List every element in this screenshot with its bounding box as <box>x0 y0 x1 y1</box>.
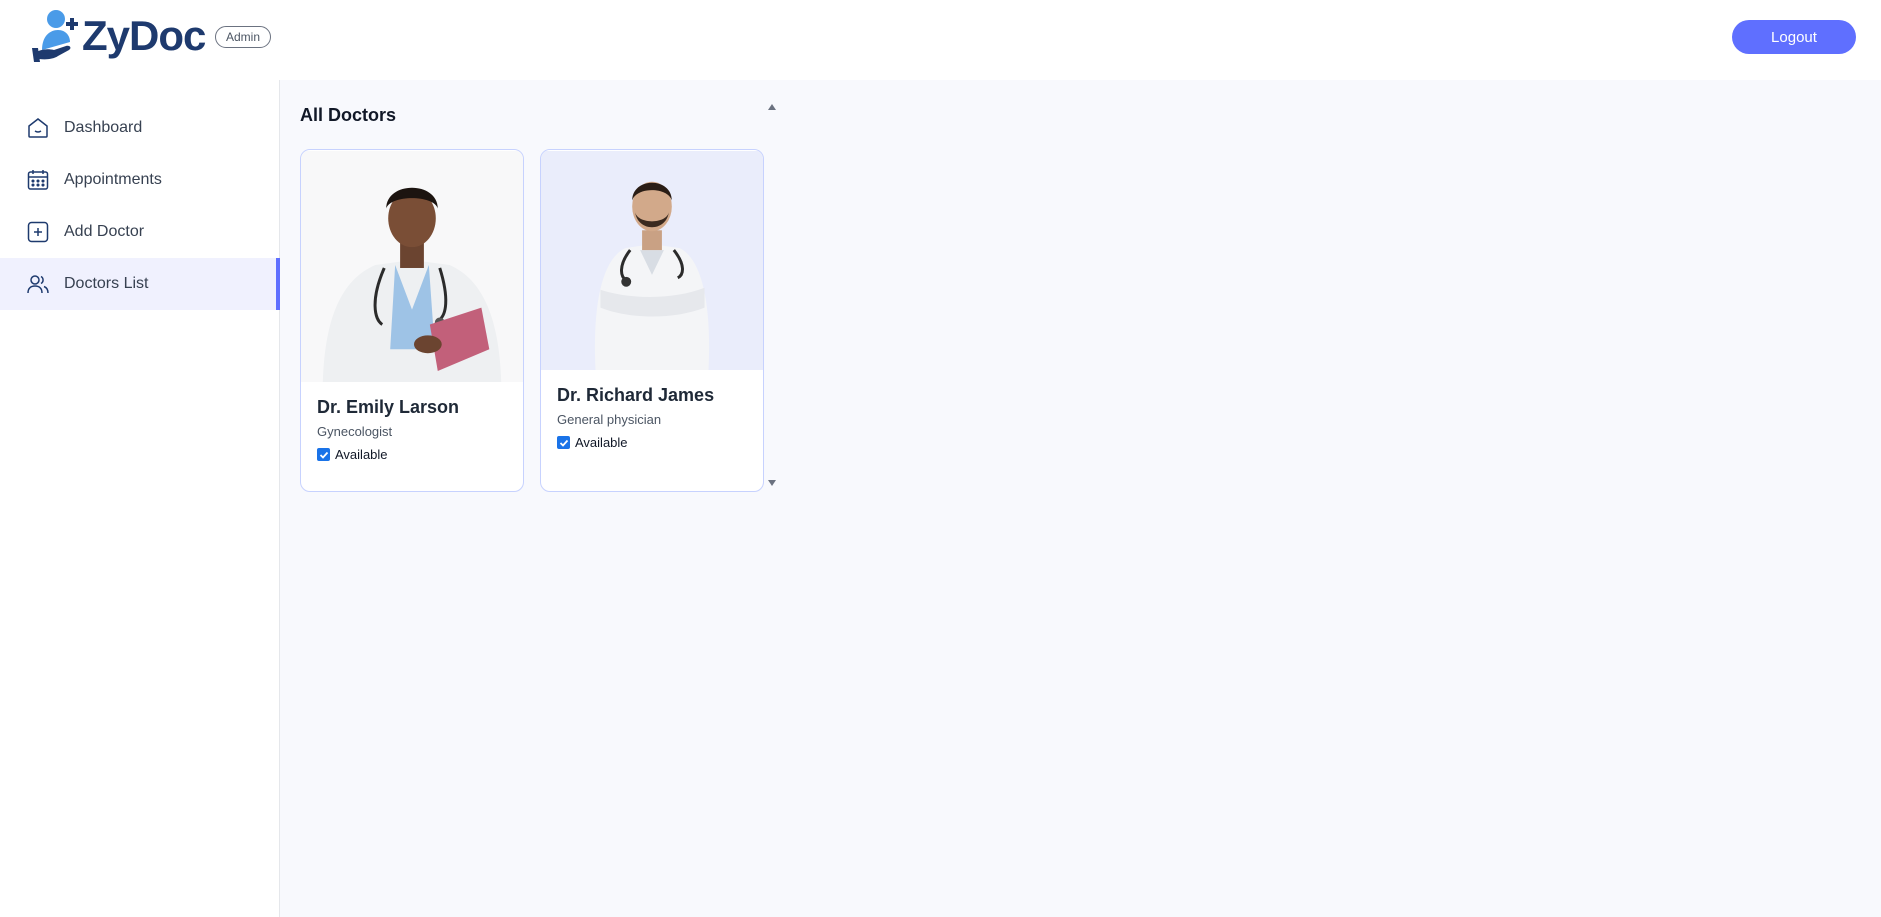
doctor-photo <box>301 151 523 382</box>
availability-toggle[interactable]: Available <box>557 435 747 450</box>
scroll-up-arrow[interactable] <box>768 104 776 110</box>
sidebar-item-dashboard[interactable]: Dashboard <box>0 102 279 154</box>
doctor-info: Dr. Richard James General physician Avai… <box>541 371 763 464</box>
scroll-down-arrow[interactable] <box>768 480 776 486</box>
home-icon <box>26 116 50 140</box>
logo-icon <box>32 10 78 62</box>
sidebar-item-label: Doctors List <box>64 275 149 292</box>
doctor-name: Dr. Richard James <box>557 385 715 405</box>
doctor-info: Dr. Emily Larson Gynecologist Available <box>301 383 523 476</box>
role-badge: Admin <box>215 26 272 48</box>
sidebar-item-label: Add Doctor <box>64 223 145 240</box>
availability-label: Available <box>575 435 628 450</box>
doctor-speciality: Gynecologist <box>317 424 393 439</box>
sidebar-item-doctors-list[interactable]: Doctors List <box>0 258 280 310</box>
doctor-photo <box>541 150 763 371</box>
add-icon <box>26 220 50 244</box>
sidebar-item-label: Appointments <box>64 171 162 188</box>
doctor-card[interactable]: Dr. Emily Larson Gynecologist Available <box>300 149 524 492</box>
doctor-card[interactable]: Dr. Richard James General physician Avai… <box>540 149 764 492</box>
availability-label: Available <box>335 447 388 462</box>
top-header: ZyDoc Admin Logout <box>0 0 1881 80</box>
logo-text: ZyDoc <box>82 12 206 59</box>
sidebar-nav: Dashboard Appointments Add Doctor Doctor… <box>0 102 280 310</box>
sidebar: Dashboard Appointments Add Doctor Doctor… <box>0 80 280 917</box>
sidebar-item-label: Dashboard <box>64 119 143 136</box>
doctor-speciality: General physician <box>557 412 662 427</box>
doctor-name: Dr. Emily Larson <box>317 397 460 417</box>
sidebar-item-appointments[interactable]: Appointments <box>0 154 279 206</box>
calendar-icon <box>26 168 50 192</box>
page-title: All Doctors <box>300 105 397 125</box>
checkbox-checked-icon[interactable] <box>557 436 570 449</box>
availability-toggle[interactable]: Available <box>317 447 507 462</box>
people-icon <box>26 272 50 296</box>
sidebar-item-add-doctor[interactable]: Add Doctor <box>0 206 279 258</box>
logo[interactable]: ZyDoc <box>32 8 206 64</box>
logout-button[interactable]: Logout <box>1732 20 1856 54</box>
checkbox-checked-icon[interactable] <box>317 448 330 461</box>
main-content: All Doctors Dr. Emily Larson Gynecologis… <box>280 80 1881 917</box>
